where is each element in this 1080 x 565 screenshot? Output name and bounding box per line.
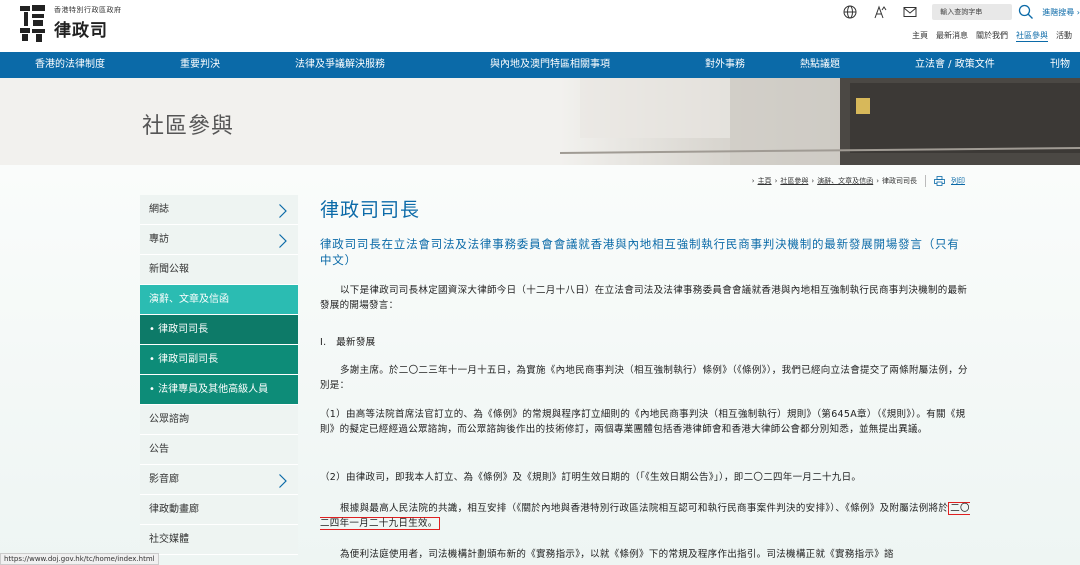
sidebar-item-label: • 律政司司長 xyxy=(149,324,209,335)
breadcrumb-community[interactable]: 社區參與 xyxy=(780,176,808,186)
sidebar-item[interactable]: • 律政司副司長 xyxy=(140,345,298,375)
sidebar-item[interactable]: 公告 xyxy=(140,435,298,465)
sidebar-item-label: 社交媒體 xyxy=(149,534,189,545)
sidebar-item-label: • 律政司副司長 xyxy=(149,354,219,365)
article-paragraph: 多謝主席。於二〇二三年十一月十五日，為實施《內地民商事判決（相互強制執行）條例》… xyxy=(320,365,968,391)
top-link-community[interactable]: 社區參與 xyxy=(1016,30,1048,42)
top-link-events[interactable]: 活動 xyxy=(1056,30,1072,42)
sidebar-item[interactable]: 演辭、文章及信函 xyxy=(140,285,298,315)
breadcrumb-divider xyxy=(925,175,926,187)
article-paragraph: 為便利法庭使用者，司法機構計劃頒布新的《實務指示》，以就《條例》下的常規及程序作… xyxy=(340,549,894,560)
header-tools: 輸入查詢字串 進階搜尋 › xyxy=(842,4,1080,20)
sidebar-item-label: 影音廊 xyxy=(149,474,179,485)
sidebar-item-label: • 法律專員及其他高級人員 xyxy=(149,384,269,395)
nav-publications[interactable]: 刊物 xyxy=(1050,52,1070,78)
logo-subtitle: 香港特別行政區政府 xyxy=(54,6,122,14)
globe-icon[interactable] xyxy=(842,4,858,20)
article-subtitle: 律政司司長在立法會司法及法律事務委員會會議就香港與內地相互強制執行民商事判決機制… xyxy=(320,237,960,267)
article-paragraph-intro: 以下是律政司司長林定國資深大律師今日（十二月十八日）在立法會司法及法律事務委員會… xyxy=(320,285,968,311)
main-nav: 香港的法律制度 重要判決 法律及爭議解決服務 與內地及澳門特區相關事項 對外事務… xyxy=(0,52,1080,78)
chevron-right-icon[interactable] xyxy=(278,472,288,488)
top-link-home[interactable]: 主頁 xyxy=(912,30,928,42)
sidebar-item-label: 演辭、文章及信函 xyxy=(149,294,229,305)
article: 律政司司長 律政司司長在立法會司法及法律事務委員會會議就香港與內地相互強制執行民… xyxy=(320,195,970,560)
advanced-search-link[interactable]: 進階搜尋 › xyxy=(1042,7,1080,18)
sidebar-item[interactable]: 社交媒體 xyxy=(140,525,298,555)
article-section-heading: I. 最新發展 xyxy=(320,337,376,348)
sidebar-item[interactable]: 網誌 xyxy=(140,195,298,225)
sidebar: 網誌專訪新聞公報演辭、文章及信函 • 律政司司長 • 律政司副司長 • 法律專員及其他… xyxy=(140,195,298,555)
sidebar-item-label: 律政動畫廊 xyxy=(149,504,199,515)
nav-important-judgments[interactable]: 重要判決 xyxy=(180,52,220,78)
sidebar-item[interactable]: 公眾諮詢 xyxy=(140,405,298,435)
page-banner: 社區參與 xyxy=(0,78,1080,165)
nav-hot-topics[interactable]: 熱點議題 xyxy=(800,52,840,78)
sidebar-item[interactable]: • 律政司司長 xyxy=(140,315,298,345)
chevron-right-icon[interactable] xyxy=(278,232,288,248)
sidebar-item[interactable]: 新聞公報 xyxy=(140,255,298,285)
site-header: 香港特別行政區政府 律政司 輸入查詢字串 進階搜尋 › 主頁 最新消息 關於我們… xyxy=(0,0,1080,50)
chevron-right-icon[interactable] xyxy=(278,202,288,218)
article-paragraph: 根據與最高人民法院的共識，相互安排（《關於內地與香港特別行政區法院相互認可和執行… xyxy=(320,501,970,531)
sidebar-item-label: 專訪 xyxy=(149,234,169,245)
status-bar-url: https://www.doj.gov.hk/tc/home/index.htm… xyxy=(0,553,159,565)
font-size-icon[interactable] xyxy=(872,4,888,20)
search-icon[interactable] xyxy=(1018,4,1034,20)
article-paragraph: （2）由律政司，即我本人訂立、為《條例》及《規則》訂明生效日期的（「《生效日期公… xyxy=(320,472,862,483)
search-input[interactable]: 輸入查詢字串 xyxy=(932,4,1013,20)
article-paragraph: （1）由高等法院首席法官訂立的、為《條例》的常規與程序訂立細則的《內地民商事判決… xyxy=(320,409,966,435)
sidebar-item[interactable]: • 法律專員及其他高級人員 xyxy=(140,375,298,405)
top-link-about[interactable]: 關於我們 xyxy=(976,30,1008,42)
sidebar-item-label: 網誌 xyxy=(149,204,169,215)
sidebar-item[interactable]: 影音廊 xyxy=(140,465,298,495)
sidebar-item-label: 公眾諮詢 xyxy=(149,414,189,425)
print-icon[interactable] xyxy=(934,176,945,186)
breadcrumb-current: 律政司司長 xyxy=(882,177,917,185)
doj-emblem-icon xyxy=(18,3,48,43)
nav-mainland-macao[interactable]: 與內地及澳門特區相關事項 xyxy=(490,52,610,78)
breadcrumb-home[interactable]: 主頁 xyxy=(758,176,772,186)
article-text: 根據與最高人民法院的共識，相互安排（《關於內地與香港特別行政區法院相互認可和執行… xyxy=(340,503,949,514)
doj-building-image xyxy=(559,78,1080,165)
breadcrumb: › 主頁 › 社區參與 › 演辭、文章及信函 › 律政司司長 列印 xyxy=(751,175,965,187)
print-link[interactable]: 列印 xyxy=(951,176,965,186)
page-title: 律政司司長 xyxy=(320,199,421,221)
doj-logo[interactable]: 香港特別行政區政府 律政司 xyxy=(18,3,122,43)
nav-legal-system[interactable]: 香港的法律制度 xyxy=(35,52,105,78)
top-link-news[interactable]: 最新消息 xyxy=(936,30,968,42)
content-area: › 主頁 › 社區參與 › 演辭、文章及信函 › 律政司司長 列印 網誌 專訪 新聞公報 演辭… xyxy=(0,165,1080,565)
nav-legco-papers[interactable]: 立法會 / 政策文件 xyxy=(915,52,995,78)
banner-title: 社區參與 xyxy=(142,114,235,139)
mail-icon[interactable] xyxy=(902,4,918,20)
sidebar-item-label: 公告 xyxy=(149,444,169,455)
sidebar-item[interactable]: 專訪 xyxy=(140,225,298,255)
nav-external-affairs[interactable]: 對外事務 xyxy=(705,52,745,78)
sidebar-item[interactable]: 律政動畫廊 xyxy=(140,495,298,525)
top-links: 主頁 最新消息 關於我們 社區參與 活動 xyxy=(912,30,1080,42)
sidebar-item-label: 新聞公報 xyxy=(149,264,189,275)
nav-legal-services[interactable]: 法律及爭議解決服務 xyxy=(295,52,385,78)
logo-title: 律政司 xyxy=(54,21,108,41)
breadcrumb-speeches[interactable]: 演辭、文章及信函 xyxy=(817,176,873,186)
